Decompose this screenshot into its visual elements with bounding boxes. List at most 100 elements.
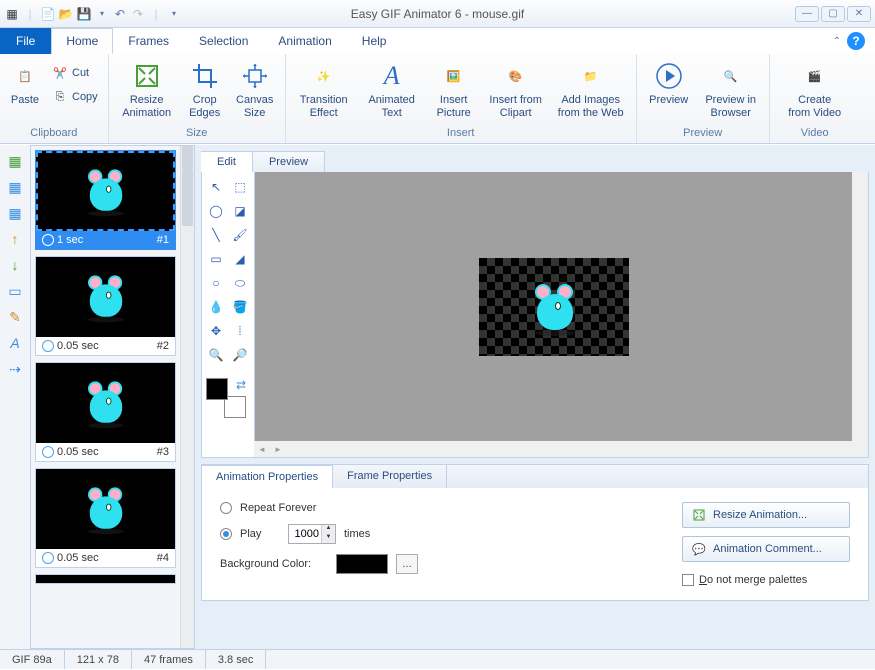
canvas-size-icon xyxy=(239,60,271,92)
tool-fill-ellipse-icon[interactable]: ⬭ xyxy=(230,274,250,292)
tool-down-icon[interactable]: ↓ xyxy=(5,255,25,275)
insert-clipart-button[interactable]: 🎨 Insert from Clipart xyxy=(484,58,548,121)
spin-down-icon[interactable]: ▼ xyxy=(321,534,335,543)
status-duration: 3.8 sec xyxy=(206,650,266,669)
radio-repeat-forever[interactable] xyxy=(220,502,232,514)
tab-animation[interactable]: Animation xyxy=(263,28,346,54)
tool-add-frame-icon[interactable]: ▦ xyxy=(5,151,25,171)
tool-text-icon[interactable]: A xyxy=(5,333,25,353)
tab-home[interactable]: Home xyxy=(51,28,113,54)
preview-button[interactable]: Preview xyxy=(643,58,695,109)
ribbon-group-size: Resize Animation Crop Edges Canvas Size … xyxy=(109,54,286,143)
resize-animation-button[interactable]: Resize Animation xyxy=(115,58,179,121)
canvas-size-button[interactable]: Canvas Size xyxy=(231,58,279,121)
crop-button[interactable]: Crop Edges xyxy=(183,58,227,121)
tool-export-icon[interactable]: ⇢ xyxy=(5,359,25,379)
frame-item-3[interactable]: 0.05 sec #3 xyxy=(35,362,176,462)
canvas-h-scrollbar[interactable] xyxy=(254,441,868,457)
canvas-v-scrollbar[interactable] xyxy=(852,172,868,441)
size-group-label: Size xyxy=(115,125,279,141)
tool-edit-icon[interactable]: ✎ xyxy=(5,307,25,327)
tool-duplicate-icon[interactable]: ▦ xyxy=(5,177,25,197)
tab-animation-properties[interactable]: Animation Properties xyxy=(202,465,333,488)
tab-frame-properties[interactable]: Frame Properties xyxy=(333,465,447,488)
preview-browser-button[interactable]: 🔍 Preview in Browser xyxy=(699,58,763,121)
clipart-icon: 🎨 xyxy=(500,60,532,92)
no-merge-palettes-row[interactable]: DDo not merge paletteso not merge palett… xyxy=(682,574,850,586)
animation-comment-action[interactable]: 💬 Animation Comment... xyxy=(682,536,850,562)
repeat-forever-row[interactable]: Repeat Forever xyxy=(220,502,418,514)
transition-button[interactable]: ✨ Transition Effect xyxy=(292,58,356,121)
preview-group-label: Preview xyxy=(643,125,763,141)
file-menu[interactable]: File xyxy=(0,28,51,54)
tool-line-icon[interactable]: ╲ xyxy=(206,226,226,244)
play-icon xyxy=(653,60,685,92)
open-icon[interactable]: 📂 xyxy=(58,6,74,22)
tool-zoomout-icon[interactable]: 🔎 xyxy=(230,346,250,364)
tool-delete-icon[interactable]: ▦ xyxy=(5,203,25,223)
window-title: Easy GIF Animator 6 - mouse.gif xyxy=(351,7,524,21)
tool-gradient-icon[interactable]: ◪ xyxy=(230,202,250,220)
bg-color-picker-button[interactable]: … xyxy=(396,554,418,574)
tab-help[interactable]: Help xyxy=(347,28,402,54)
add-images-web-button[interactable]: 📁 Add Images from the Web xyxy=(552,58,630,121)
collapse-ribbon-icon[interactable]: ⌃ xyxy=(833,36,841,47)
copy-button[interactable]: ⎘ Copy xyxy=(48,86,102,108)
tool-shape-icon[interactable]: ◢ xyxy=(230,250,250,268)
animated-text-button[interactable]: A Animated Text xyxy=(360,58,424,121)
spin-up-icon[interactable]: ▲ xyxy=(321,525,335,534)
canvas[interactable] xyxy=(254,172,852,441)
new-icon[interactable]: 📄 xyxy=(40,6,56,22)
help-icon[interactable]: ? xyxy=(847,32,865,50)
undo-icon[interactable]: ↶ xyxy=(112,6,128,22)
tool-bucket-icon[interactable]: 🪣 xyxy=(230,298,250,316)
play-count-spinner[interactable]: ▲▼ xyxy=(288,524,336,544)
tool-pointer-icon[interactable]: ↖ xyxy=(206,178,226,196)
paste-button[interactable]: 📋 Paste xyxy=(6,58,44,109)
minimize-button[interactable]: — xyxy=(795,6,819,22)
frame-info: 0.05 sec #4 xyxy=(36,549,175,567)
resize-animation-action[interactable]: Resize Animation... xyxy=(682,502,850,528)
frame-item-2[interactable]: 0.05 sec #2 xyxy=(35,256,176,356)
tab-selection[interactable]: Selection xyxy=(184,28,263,54)
tool-spray-icon[interactable]: ⦙ xyxy=(230,322,250,340)
frame-info: 0.05 sec #3 xyxy=(36,443,175,461)
tool-ellipse-sel-icon[interactable]: ◯ xyxy=(206,202,226,220)
tool-blank-icon[interactable]: ▭ xyxy=(5,281,25,301)
tab-preview[interactable]: Preview xyxy=(253,151,325,172)
tool-marquee-icon[interactable]: ⬚ xyxy=(230,178,250,196)
qat-customize-icon[interactable]: ▾ xyxy=(166,6,182,22)
maximize-button[interactable]: ▢ xyxy=(821,6,845,22)
tab-frames[interactable]: Frames xyxy=(113,28,184,54)
clock-icon xyxy=(42,446,54,458)
tool-circle-icon[interactable]: ○ xyxy=(206,274,226,292)
bg-color-preview[interactable] xyxy=(336,554,388,574)
fg-color-swatch[interactable] xyxy=(206,378,228,400)
color-swatches[interactable]: ⇄ xyxy=(206,378,246,418)
save-icon[interactable]: 💾 xyxy=(76,6,92,22)
close-button[interactable]: ✕ xyxy=(847,6,871,22)
tool-up-icon[interactable]: ↑ xyxy=(5,229,25,249)
save-dropdown-icon[interactable]: ▾ xyxy=(94,6,110,22)
swap-colors-icon[interactable]: ⇄ xyxy=(236,378,246,392)
tool-brush-icon[interactable]: 🖌 xyxy=(230,226,250,244)
cut-button[interactable]: ✂️ Cut xyxy=(48,62,102,84)
frame-item-4[interactable]: 0.05 sec #4 xyxy=(35,468,176,568)
tab-edit[interactable]: Edit xyxy=(201,151,253,172)
redo-icon[interactable]: ↷ xyxy=(130,6,146,22)
tool-move-icon[interactable]: ✥ xyxy=(206,322,226,340)
tool-eyedropper-icon[interactable]: 💧 xyxy=(206,298,226,316)
create-from-video-button[interactable]: 🎬 Create from Video xyxy=(776,58,854,121)
frame-item-5[interactable] xyxy=(35,574,176,584)
insert-picture-button[interactable]: 🖼️ Insert Picture xyxy=(428,58,480,121)
copy-icon: ⎘ xyxy=(52,89,68,105)
radio-play[interactable] xyxy=(220,528,232,540)
frame-item-1[interactable]: 1 sec #1 xyxy=(35,150,176,250)
app-icon: ▦ xyxy=(4,6,20,22)
frames-scrollbar[interactable] xyxy=(180,146,194,648)
checkbox-no-merge[interactable] xyxy=(682,574,694,586)
play-count-input[interactable] xyxy=(289,525,321,543)
tool-zoomin-icon[interactable]: 🔍 xyxy=(206,346,226,364)
tool-rect-icon[interactable]: ▭ xyxy=(206,250,226,268)
frame-thumb xyxy=(36,257,175,337)
